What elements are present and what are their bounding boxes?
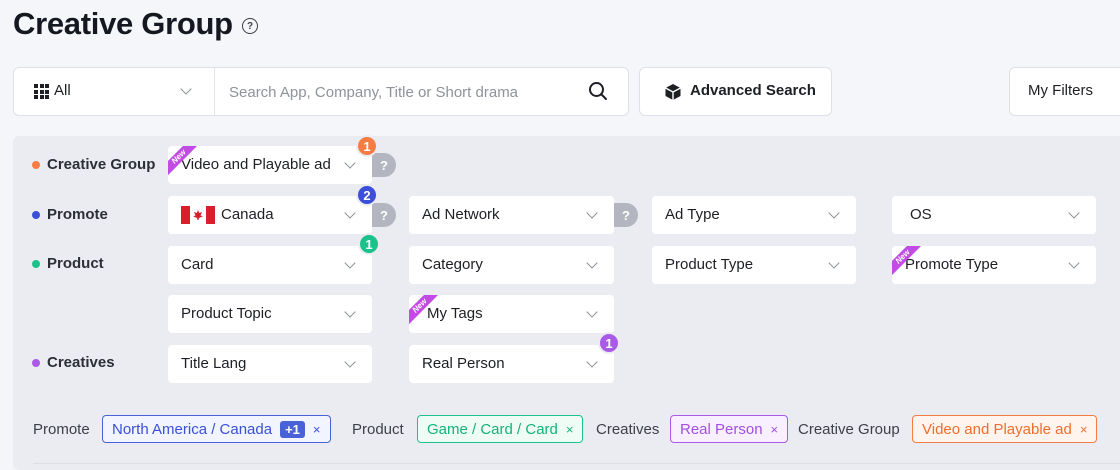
help-badge-icon[interactable]: ? [614, 203, 638, 227]
orange-dot-icon [32, 160, 40, 169]
title-lang-dropdown[interactable]: Title Lang [168, 345, 372, 383]
close-icon[interactable]: × [1080, 422, 1088, 437]
filter-panel: Creative Group Promote Product Creatives… [13, 135, 1120, 470]
category-dropdown[interactable]: Category [409, 246, 614, 284]
help-badge-icon[interactable]: ? [372, 153, 396, 177]
divider [33, 463, 1120, 464]
advanced-search-button[interactable]: Advanced Search [639, 67, 832, 116]
more-count-badge[interactable]: +1 [280, 420, 305, 438]
chevron-down-icon [344, 306, 356, 318]
creative-group-dropdown[interactable]: Video and Playable ad New [168, 146, 372, 184]
advanced-search-label: Advanced Search [690, 82, 816, 99]
applied-group-label: Creative Group [798, 421, 900, 438]
real-person-dropdown[interactable]: Real Person [409, 345, 614, 383]
new-ribbon: New [409, 295, 439, 325]
ad-network-label: Ad Network [422, 206, 500, 223]
category-select[interactable]: All [14, 68, 215, 115]
card-value: Card [181, 256, 214, 273]
applied-product-label: Product [352, 421, 404, 438]
os-dropdown[interactable]: OS [892, 196, 1096, 234]
chevron-down-icon [586, 207, 598, 219]
my-filters-button[interactable]: My Filters [1009, 67, 1120, 116]
count-badge: 1 [356, 135, 378, 157]
ad-network-dropdown[interactable]: Ad Network [409, 196, 614, 234]
product-type-label: Product Type [665, 256, 754, 273]
green-dot-icon [32, 259, 40, 268]
blue-dot-icon [32, 210, 40, 219]
search-bar: All [13, 67, 629, 116]
row-label-product: Product [32, 255, 104, 272]
title-lang-label: Title Lang [181, 355, 247, 372]
real-person-value: Real Person [422, 355, 505, 372]
help-icon[interactable]: ? [242, 18, 258, 34]
my-tags-dropdown[interactable]: My Tags New [409, 295, 614, 333]
applied-group-chip: Video and Playable ad × [912, 415, 1098, 443]
row-label-text: Creative Group [47, 156, 156, 173]
product-topic-dropdown[interactable]: Product Topic [168, 295, 372, 333]
ad-type-dropdown[interactable]: Ad Type [652, 196, 856, 234]
row-label-text: Creatives [47, 354, 115, 371]
chevron-down-icon [828, 257, 840, 269]
new-ribbon: New [892, 246, 922, 276]
close-icon[interactable]: × [313, 422, 321, 437]
my-filters-label: My Filters [1028, 82, 1093, 99]
row-label-text: Product [47, 255, 104, 272]
row-label-creatives: Creatives [32, 354, 115, 371]
chip-text: Real Person [680, 420, 763, 438]
card-dropdown[interactable]: Card [168, 246, 372, 284]
grid-icon [34, 84, 49, 99]
chevron-down-icon [586, 306, 598, 318]
chip-text: Game / Card / Card [427, 420, 558, 438]
chevron-down-icon [344, 356, 356, 368]
promote-type-dropdown[interactable]: Promote Type New [892, 246, 1096, 284]
chevron-down-icon [586, 356, 598, 368]
cube-icon [665, 84, 681, 100]
row-label-promote: Promote [32, 206, 108, 223]
row-label-creative-group: Creative Group [32, 156, 155, 173]
product-topic-label: Product Topic [181, 305, 272, 322]
chevron-down-icon [344, 257, 356, 269]
applied-promote-chip: North America / Canada +1 × [102, 415, 331, 443]
chevron-down-icon [344, 207, 356, 219]
chevron-down-icon [180, 83, 192, 95]
chevron-down-icon [586, 257, 598, 269]
close-icon[interactable]: × [566, 422, 574, 437]
chevron-down-icon [1068, 257, 1080, 269]
chevron-down-icon [344, 157, 356, 169]
applied-creatives-chip: Real Person × [670, 415, 789, 443]
search-input[interactable] [229, 77, 589, 107]
help-badge-icon[interactable]: ? [372, 203, 396, 227]
category-label: Category [422, 256, 483, 273]
count-badge: 1 [358, 233, 380, 255]
chevron-down-icon [1068, 207, 1080, 219]
applied-promote-label: Promote [33, 421, 90, 438]
row-label-text: Promote [47, 206, 108, 223]
category-select-label: All [54, 82, 71, 99]
country-value: Canada [221, 206, 274, 223]
close-icon[interactable]: × [771, 422, 779, 437]
count-badge: 2 [356, 184, 378, 206]
os-label: OS [910, 206, 932, 223]
chip-text: North America / Canada [112, 420, 273, 438]
search-icon[interactable] [588, 81, 608, 101]
purple-dot-icon [32, 358, 40, 367]
ad-type-label: Ad Type [665, 206, 720, 223]
page-title: Creative Group [13, 6, 233, 41]
chevron-down-icon [828, 207, 840, 219]
creative-group-value: Video and Playable ad [181, 156, 331, 173]
canada-flag-icon [181, 206, 215, 224]
new-ribbon: New [168, 146, 198, 176]
country-dropdown[interactable]: Canada [168, 196, 372, 234]
applied-product-chip: Game / Card / Card × [417, 415, 584, 443]
applied-creatives-label: Creatives [596, 421, 660, 438]
chip-text: Video and Playable ad [922, 420, 1072, 438]
product-type-dropdown[interactable]: Product Type [652, 246, 856, 284]
count-badge: 1 [598, 332, 620, 354]
